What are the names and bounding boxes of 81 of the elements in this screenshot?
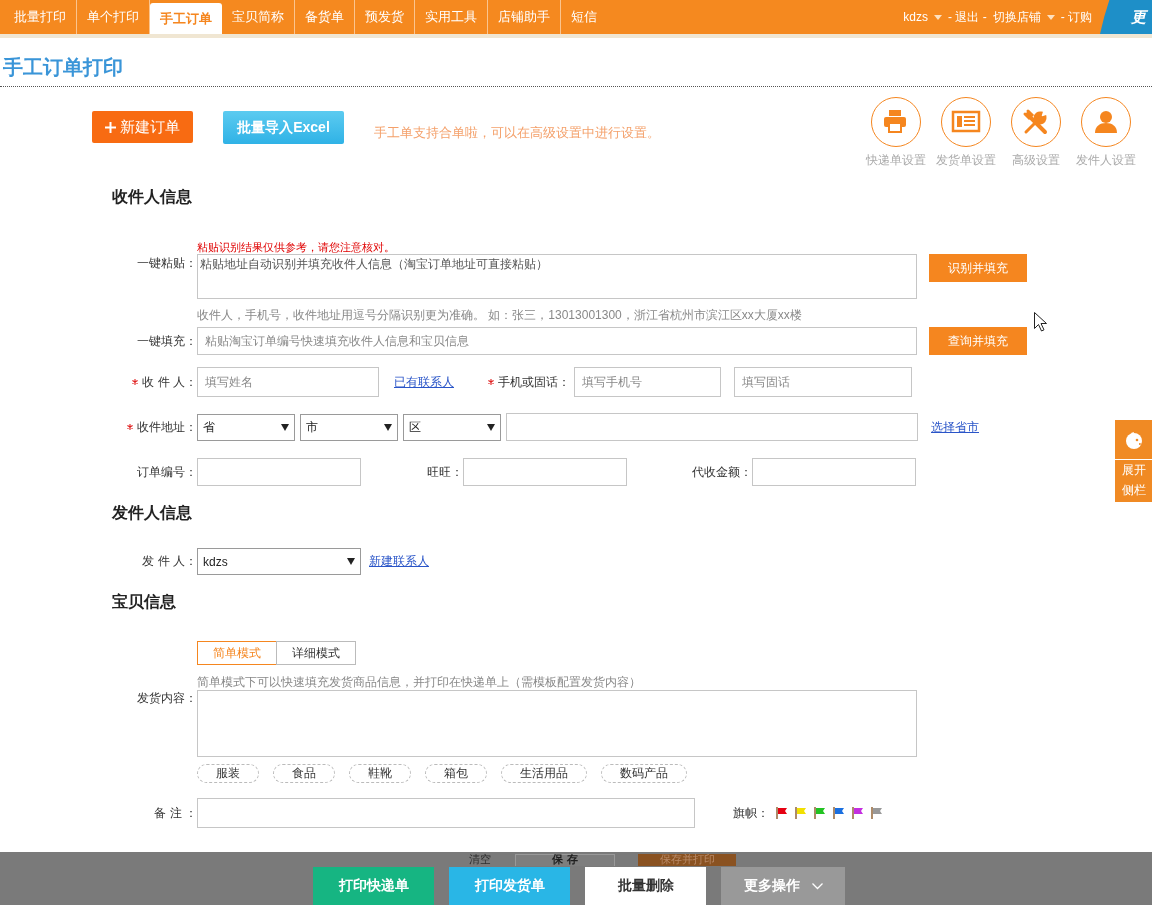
batch-delete-button[interactable]: 批量删除 — [585, 867, 706, 905]
new-contact-link[interactable]: 新建联系人 — [369, 553, 429, 570]
field-label: 收 件 人： — [142, 373, 197, 391]
phone-field[interactable]: 填写固话 — [734, 367, 912, 397]
caret-icon — [347, 558, 355, 565]
flag-icon[interactable] — [814, 807, 826, 819]
hint-text: 收件人，手机号，收件地址用逗号分隔识别更为准确。 如：张三，13013001300，浙江省杭州市滨江区xx大厦xx楼 — [197, 307, 802, 324]
new-order-button[interactable]: 新建订单 — [92, 111, 193, 143]
city-select[interactable]: 市 — [300, 413, 398, 441]
field-label: 收件地址： — [137, 418, 197, 436]
caret-icon — [934, 14, 942, 20]
select-city-link[interactable]: 选择省市 — [931, 418, 979, 436]
district-select[interactable]: 区 — [403, 413, 501, 441]
cursor-icon — [1034, 312, 1047, 332]
tools-icon[interactable] — [1011, 97, 1061, 147]
subscribe-link[interactable]: - 订购 — [1060, 8, 1092, 26]
field-label: 一键填充： — [137, 332, 197, 350]
field-label: 发货内容： — [137, 689, 197, 707]
caret-icon — [384, 423, 392, 431]
notice-text: 手工单支持合单啦，可以在高级设置中进行设置。 — [374, 124, 660, 142]
contacts-link[interactable]: 已有联系人 — [394, 373, 454, 391]
print-express-button[interactable]: 打印快递单 — [313, 867, 434, 905]
import-excel-button[interactable]: 批量导入Excel — [223, 111, 344, 144]
settings-link[interactable]: 快递单设置 — [866, 152, 926, 169]
field-label: 旗帜： — [733, 804, 769, 822]
query-button[interactable]: 查询并填充 — [929, 327, 1027, 355]
flag-icon[interactable] — [833, 807, 845, 819]
page-title: 手工订单打印 — [3, 55, 124, 80]
field-label: 旺旺： — [427, 463, 463, 481]
field-label: 手机或固话： — [498, 373, 570, 391]
chevron-down-icon — [811, 882, 823, 890]
user-menu[interactable]: kdzs — [903, 10, 928, 24]
hint-text: 简单模式下可以快速填充发货商品信息，并打印在快递单上（需模板配置发货内容） — [197, 674, 641, 690]
flag-icon[interactable] — [795, 807, 807, 819]
order-number-field[interactable]: 粘贴淘宝订单编号快速填充收件人信息和宝贝信息 — [197, 327, 917, 355]
mode-tab[interactable]: 详细模式 — [276, 641, 356, 665]
recognize-button[interactable]: 识别并填充 — [929, 254, 1027, 282]
plus-icon — [105, 121, 116, 133]
caret-icon — [1046, 14, 1055, 20]
print-invoice-button[interactable]: 打印发货单 — [449, 867, 570, 905]
document-icon[interactable] — [941, 97, 991, 147]
order-id-field[interactable] — [197, 458, 361, 486]
nav-tab[interactable]: 手工订单 — [150, 3, 222, 34]
person-icon[interactable] — [1081, 97, 1131, 147]
field-label: 备 注 ： — [154, 804, 197, 822]
clear-button[interactable]: 清空 — [455, 854, 505, 866]
caret-icon — [281, 423, 289, 431]
content-textarea[interactable] — [197, 690, 917, 757]
flag-icon[interactable] — [776, 807, 788, 819]
sender-select[interactable]: kdzs — [197, 548, 361, 575]
section-heading: 收件人信息 — [112, 187, 192, 207]
settings-link[interactable]: 发件人设置 — [1076, 152, 1136, 169]
field-label: 发 件 人： — [142, 553, 197, 570]
mode-tab[interactable]: 简单模式 — [197, 641, 277, 665]
name-field[interactable]: 填写姓名 — [197, 367, 379, 397]
field-label: 代收金额： — [692, 463, 752, 481]
save-button[interactable]: 保 存 — [515, 854, 615, 866]
section-heading: 宝贝信息 — [112, 592, 176, 612]
nav-tab[interactable]: 短信 — [561, 0, 607, 34]
province-select[interactable]: 省 — [197, 413, 295, 441]
logout-link[interactable]: - 退出 - — [948, 8, 987, 26]
caret-icon — [487, 423, 495, 431]
save-print-button[interactable]: 保存并打印 — [638, 854, 736, 866]
warning-text: 粘贴识别结果仅供参考，请您注意核对。 — [197, 240, 395, 254]
section-heading: 发件人信息 — [112, 503, 192, 523]
field-label: 一键粘贴： — [137, 254, 197, 272]
flag-icon[interactable] — [852, 807, 864, 819]
more-actions-button[interactable]: 更多操作 — [721, 867, 845, 905]
address-field[interactable] — [506, 413, 918, 441]
switch-shop-menu[interactable]: 切换店铺 — [992, 8, 1041, 26]
settings-link[interactable]: 发货单设置 — [936, 152, 996, 169]
field-label: 订单编号： — [137, 463, 197, 481]
settings-link[interactable]: 高级设置 — [1012, 152, 1060, 169]
wangwang-field[interactable] — [463, 458, 627, 486]
flag-icon[interactable] — [871, 807, 883, 819]
brand-logo: 更 — [1100, 0, 1152, 34]
amount-field[interactable] — [752, 458, 916, 486]
mobile-field[interactable]: 填写手机号 — [574, 367, 721, 397]
printer-icon[interactable] — [871, 97, 921, 147]
remark-field[interactable] — [197, 798, 695, 828]
paste-textarea[interactable]: 粘贴地址自动识别并填充收件人信息（淘宝订单地址可直接粘贴） — [197, 254, 917, 299]
